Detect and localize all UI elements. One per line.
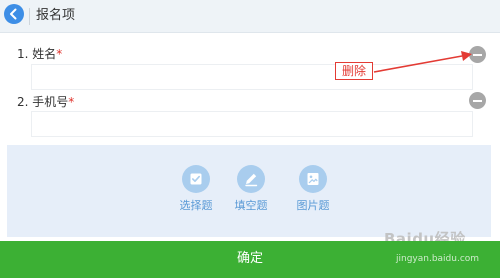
page-title: 报名项	[36, 8, 76, 23]
phone-field[interactable]	[31, 111, 473, 137]
field-label-text: 1. 姓名	[17, 47, 57, 61]
field-label-phone: 2. 手机号*	[17, 94, 74, 110]
pencil-icon	[237, 165, 265, 193]
required-mark: *	[68, 95, 75, 109]
tool-label: 图片题	[296, 199, 330, 212]
header-divider	[29, 8, 30, 25]
field-label-text: 2. 手机号	[17, 95, 69, 109]
name-field[interactable]	[31, 64, 473, 90]
watermark-url: jingyan.baidu.com	[396, 254, 480, 264]
chevron-left-icon	[10, 8, 17, 20]
add-question-panel: 选择题 填空题 图片题	[7, 145, 491, 237]
back-button[interactable]	[4, 4, 24, 24]
tool-label: 选择题	[179, 199, 213, 212]
annotation-label: 删除	[335, 62, 373, 80]
add-image-question-button[interactable]: 图片题	[283, 165, 343, 213]
checkbox-icon	[182, 165, 210, 193]
delete-field-button[interactable]	[469, 46, 486, 63]
image-icon	[299, 165, 327, 193]
add-choice-question-button[interactable]: 选择题	[166, 165, 226, 213]
tool-label: 填空题	[234, 199, 268, 212]
field-label-name: 1. 姓名*	[17, 46, 62, 62]
delete-field-button[interactable]	[469, 92, 486, 109]
add-fill-question-button[interactable]: 填空题	[221, 165, 281, 213]
required-mark: *	[56, 47, 63, 61]
header-bar: 报名项	[0, 0, 500, 33]
